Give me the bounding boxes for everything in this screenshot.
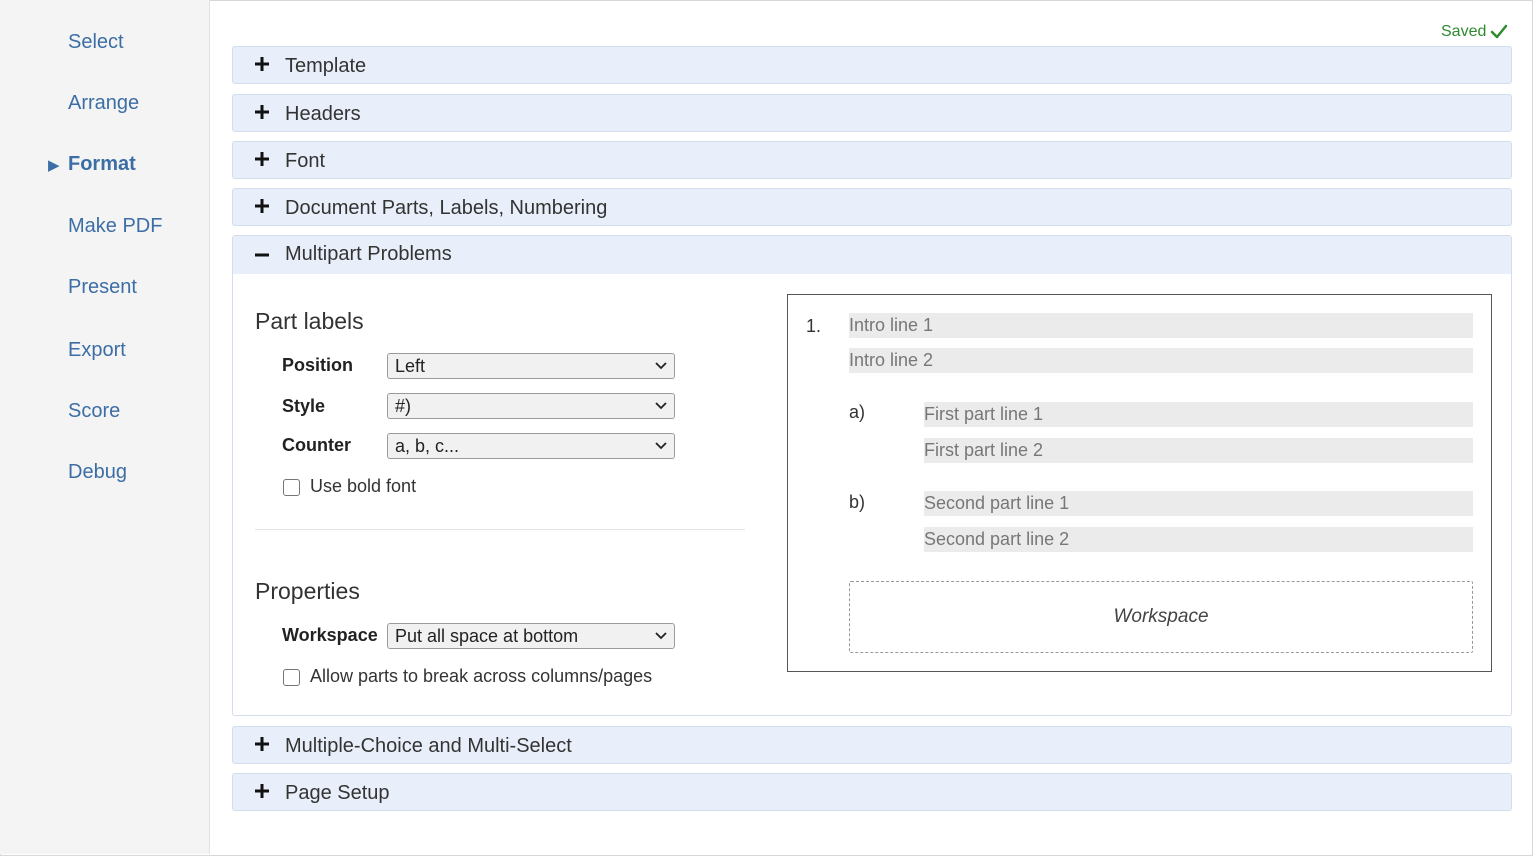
chevron-down-icon — [655, 632, 667, 640]
saved-label: Saved — [1441, 23, 1487, 40]
part-line: Second part line 1 — [924, 491, 1473, 516]
panel-template[interactable]: Template — [232, 46, 1512, 84]
counter-label: Counter — [282, 435, 351, 455]
sidebar-item-format[interactable]: Format — [68, 153, 136, 176]
bold-font-label: Use bold font — [310, 476, 417, 496]
sidebar-item-select[interactable]: Select — [68, 31, 124, 54]
style-value: #) — [395, 396, 412, 416]
panel-document-parts[interactable]: Document Parts, Labels, Numbering — [232, 188, 1512, 226]
panel-title: Font — [285, 150, 326, 172]
bold-font-checkbox[interactable] — [283, 479, 300, 496]
panel-multiple-choice[interactable]: Multiple-Choice and Multi-Select — [232, 726, 1512, 764]
part-line: First part line 2 — [924, 438, 1473, 463]
panel-title: Headers — [285, 103, 361, 125]
sidebar-item-make-pdf[interactable]: Make PDF — [68, 215, 162, 238]
plus-icon — [255, 784, 269, 798]
chevron-down-icon — [655, 402, 667, 410]
workspace-label: Workspace — [1113, 606, 1209, 627]
part-line: First part line 1 — [924, 402, 1473, 427]
sidebar-item-score[interactable]: Score — [68, 400, 120, 423]
style-select[interactable]: #) — [387, 393, 675, 419]
sidebar-item-export[interactable]: Export — [68, 339, 126, 362]
minus-icon — [255, 253, 269, 257]
checkmark-icon — [1491, 24, 1508, 39]
style-label: Style — [282, 396, 326, 416]
panel-title: Multiple-Choice and Multi-Select — [285, 735, 572, 757]
plus-icon — [255, 199, 269, 213]
chevron-down-icon — [655, 442, 667, 450]
panel-title: Multipart Problems — [285, 243, 452, 265]
multipart-preview: 1. Intro line 1 Intro line 2 a) First pa… — [787, 294, 1492, 672]
sidebar-nav: Select Arrange ▶ Format Make PDF Present… — [0, 0, 210, 854]
intro-line: Intro line 2 — [849, 348, 1473, 373]
workspace-label: Workspace — [282, 625, 378, 645]
sidebar-item-debug[interactable]: Debug — [68, 461, 127, 484]
panel-multipart-problems: Multipart Problems Part labels Position … — [232, 235, 1512, 716]
plus-icon — [255, 105, 269, 119]
part-line: Second part line 2 — [924, 527, 1473, 552]
plus-icon — [255, 57, 269, 71]
intro-line: Intro line 1 — [849, 313, 1473, 338]
part-label: b) — [849, 492, 866, 512]
sidebar-item-arrange[interactable]: Arrange — [68, 92, 139, 115]
panel-title: Template — [285, 55, 367, 77]
workspace-select[interactable]: Put all space at bottom — [387, 623, 675, 649]
panel-headers[interactable]: Headers — [232, 94, 1512, 132]
panel-page-setup[interactable]: Page Setup — [232, 773, 1512, 811]
part-label: a) — [849, 402, 866, 422]
counter-value: a, b, c... — [395, 436, 460, 456]
sidebar-item-present[interactable]: Present — [68, 276, 137, 299]
plus-icon — [255, 737, 269, 751]
panel-header[interactable]: Multipart Problems — [233, 236, 1511, 274]
panel-title: Document Parts, Labels, Numbering — [285, 197, 608, 219]
position-value: Left — [395, 356, 426, 376]
position-select[interactable]: Left — [387, 353, 675, 379]
position-label: Position — [282, 355, 353, 375]
allow-break-checkbox[interactable] — [283, 669, 300, 686]
plus-icon — [255, 152, 269, 166]
part-labels-heading: Part labels — [255, 308, 364, 334]
section-divider — [255, 529, 745, 530]
allow-break-label: Allow parts to break across columns/page… — [310, 666, 653, 686]
counter-select[interactable]: a, b, c... — [387, 433, 675, 459]
active-marker-icon: ▶ — [48, 157, 60, 174]
chevron-down-icon — [655, 362, 667, 370]
saved-status: Saved — [1441, 23, 1508, 41]
panel-title: Page Setup — [285, 782, 390, 804]
workspace-value: Put all space at bottom — [395, 626, 579, 646]
workspace-area: Workspace — [849, 581, 1473, 653]
panel-font[interactable]: Font — [232, 141, 1512, 179]
problem-number: 1. — [806, 316, 822, 336]
properties-heading: Properties — [255, 578, 360, 604]
